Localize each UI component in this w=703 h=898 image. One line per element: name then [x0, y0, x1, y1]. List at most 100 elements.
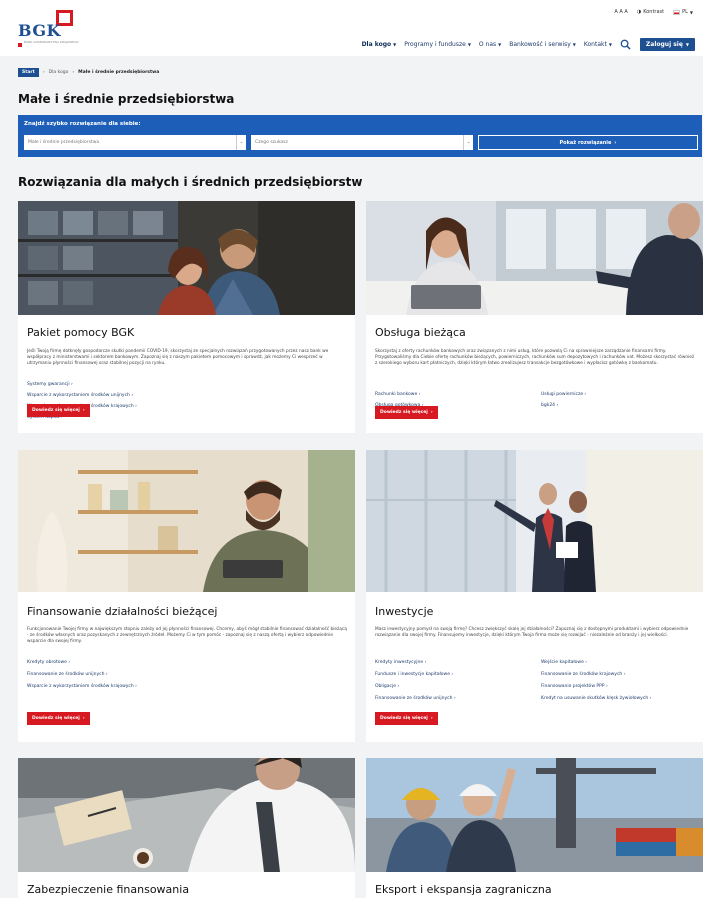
nav-item-label: Dla kogo [361, 41, 392, 48]
breadcrumb-dla-kogo[interactable]: Dla kogo [49, 70, 69, 75]
login-button[interactable]: Zaloguj się ▼ [639, 38, 695, 51]
chevron-right-icon: › [430, 716, 433, 721]
chevron-down-icon: ▼ [689, 9, 693, 15]
show-solution-label: Pokaż rozwiązanie [559, 139, 612, 146]
main-nav: Dla kogo ▼ Programy i fundusze ▼ O nas ▼… [362, 38, 695, 51]
chevron-down-icon: ▼ [572, 42, 576, 47]
nav-item-o-nas[interactable]: O nas ▼ [479, 41, 501, 48]
link-kredyty-obrotowe[interactable]: Kredyty obrotowe › [27, 660, 70, 665]
link-wsparcie-unijne[interactable]: Wsparcie z wykorzystaniem środków unijny… [27, 393, 133, 398]
card-photo-shop [18, 450, 355, 592]
quick-finder-panel: Znajdź szybko rozwiązanie dla siebie: Ma… [18, 115, 702, 157]
card-photo-office [366, 201, 703, 315]
card-photo-businessmen [366, 450, 703, 592]
link-label: Systemy gwarancji [27, 382, 70, 387]
link-label: Kredyty inwestycyjne [375, 660, 424, 665]
chevron-right-icon: › [82, 408, 85, 413]
link-systemy-gwarancji[interactable]: Systemy gwarancji › [27, 382, 73, 387]
link-label: Fundusze i inwestycje kapitałowe [375, 672, 450, 677]
contrast-toggle[interactable]: ◑ Kontrast [637, 9, 664, 15]
logo-bar-icon [18, 43, 22, 47]
solution-card-finansowanie-dzialalnosci: Finansowanie działalności bieżącej Funkc… [18, 450, 355, 742]
nav-item-label: Programy i fundusze [404, 41, 466, 48]
chevron-right-icon: › [42, 70, 45, 75]
contrast-label: Kontrast [643, 9, 665, 15]
link-label: Kredyt na usuwanie skutków klęsk żywioło… [541, 696, 649, 701]
link-kredyty-inwestycyjne[interactable]: Kredyty inwestycyjne › [375, 660, 426, 665]
site-header: BGK BANK GOSPODARSTWA KRAJOWEGO A A A ◑ … [0, 0, 703, 56]
solution-card-pakiet-pomocy: Pakiet pomocy BGK Jeśli Twoją firmę dotk… [18, 201, 355, 433]
audience-select[interactable]: Małe i średnie przedsiębiorstwa ⌄ [24, 135, 246, 150]
card-title: Finansowanie działalności bieżącej [27, 605, 218, 618]
chevron-right-icon: › [72, 70, 75, 75]
search-button[interactable] [620, 39, 632, 51]
breadcrumb: Start › Dla kogo › Małe i średnie przeds… [18, 68, 159, 77]
card-description: Funkcjonowanie Twojej firmy w największy… [27, 627, 347, 644]
show-solution-button[interactable]: Pokaż rozwiązanie › [478, 135, 698, 150]
link-finansowanie-krajowe[interactable]: Finansowanie ze środków krajowych › [541, 672, 626, 677]
learn-more-button[interactable]: Dowiedz się więcej › [27, 712, 90, 725]
link-finansowanie-unijne[interactable]: Finansowanie ze środków unijnych › [375, 696, 456, 701]
link-projekty-ppp[interactable]: Finansowanie projektów PPP › [541, 684, 608, 689]
chevron-down-icon: ▼ [467, 42, 471, 47]
link-kredyt-kleski[interactable]: Kredyt na usuwanie skutków klęsk żywioło… [541, 696, 651, 701]
link-fundusze-inwestycje[interactable]: Fundusze i inwestycje kapitałowe › [375, 672, 453, 677]
breadcrumb-current: Małe i średnie przedsiębiorstwa [78, 70, 160, 75]
nav-item-programy[interactable]: Programy i fundusze ▼ [404, 41, 471, 48]
logo-subtitle: BANK GOSPODARSTWA KRAJOWEGO [24, 40, 79, 44]
nav-item-label: Bankowość i serwisy [509, 41, 571, 48]
chevron-right-icon: › [614, 139, 617, 146]
link-label: Rachunki bankowe [375, 392, 418, 397]
link-obligacje[interactable]: Obligacje › [375, 684, 399, 689]
card-photo-signing [18, 758, 355, 872]
card-title: Pakiet pomocy BGK [27, 326, 135, 339]
audience-select-value: Małe i średnie przedsiębiorstwa [28, 140, 100, 145]
cta-label: Dowiedz się więcej [380, 716, 428, 721]
nav-item-label: Kontakt [583, 41, 607, 48]
cta-label: Dowiedz się więcej [32, 408, 80, 413]
nav-item-bankowosc[interactable]: Bankowość i serwisy ▼ [509, 41, 576, 48]
breadcrumb-start[interactable]: Start [18, 68, 39, 77]
font-size-toggle[interactable]: A A A [614, 9, 627, 15]
link-finansowanie-unijne[interactable]: Finansowanie ze środków unijnych › [27, 672, 108, 677]
link-label: Obligacje [375, 684, 397, 689]
link-label: Finansowanie projektów PPP [541, 684, 605, 689]
link-label: Wsparcie z wykorzystaniem środków unijny… [27, 393, 130, 398]
solution-card-eksport: Eksport i ekspansja zagraniczna [366, 758, 703, 898]
poland-flag-icon [673, 9, 681, 15]
finder-label: Znajdź szybko rozwiązanie dla siebie: [24, 121, 141, 127]
link-rachunki-bankowe[interactable]: Rachunki bankowe › [375, 392, 420, 397]
language-label: PL [682, 9, 688, 15]
chevron-down-icon: ▼ [685, 42, 689, 47]
card-title: Zabezpieczenie finansowania [27, 883, 190, 896]
card-description: Skorzystaj z oferty rachunków bankowych … [375, 349, 695, 366]
nav-item-label: O nas [478, 41, 497, 48]
chevron-down-icon: ⌄ [463, 135, 473, 150]
link-label: Finansowanie ze środków krajowych [541, 672, 623, 677]
nav-item-kontakt[interactable]: Kontakt ▼ [584, 41, 612, 48]
chevron-down-icon: ⌄ [236, 135, 246, 150]
chevron-right-icon: › [82, 716, 85, 721]
link-wsparcie-krajowe[interactable]: Wsparcie z wykorzystaniem środków krajow… [27, 684, 137, 689]
learn-more-button[interactable]: Dowiedz się więcej › [375, 406, 438, 419]
learn-more-button[interactable]: Dowiedz się więcej › [375, 712, 438, 725]
link-uslugi-powiernicze[interactable]: Usługi powiernicze › [541, 392, 586, 397]
link-wejscie-kapitalowe[interactable]: Wejście kapitałowe › [541, 660, 587, 665]
card-title: Obsługa bieżąca [375, 326, 466, 339]
card-title: Eksport i ekspansja zagraniczna [375, 883, 552, 896]
login-label: Zaloguj się [645, 41, 683, 48]
section-title: Rozwiązania dla małych i średnich przeds… [18, 175, 363, 189]
need-select[interactable]: Czego szukasz ⌄ [251, 135, 473, 150]
solution-card-zabezpieczenie: Zabezpieczenie finansowania [18, 758, 355, 898]
solution-card-inwestycje: Inwestycje Masz inwestycyjny pomysł na s… [366, 450, 703, 742]
contrast-icon: ◑ [636, 9, 642, 15]
link-bgk24[interactable]: bgk24 › [541, 403, 558, 408]
learn-more-button[interactable]: Dowiedz się więcej › [27, 404, 90, 417]
bgk-logo[interactable]: BGK BANK GOSPODARSTWA KRAJOWEGO [18, 7, 88, 51]
chevron-down-icon: ▼ [608, 42, 612, 47]
nav-item-dla-kogo[interactable]: Dla kogo ▼ [362, 41, 397, 48]
card-photo-port [366, 758, 703, 872]
card-photo-warehouse [18, 201, 355, 315]
need-select-value: Czego szukasz [255, 140, 288, 145]
language-selector[interactable]: PL ▼ [673, 9, 693, 15]
